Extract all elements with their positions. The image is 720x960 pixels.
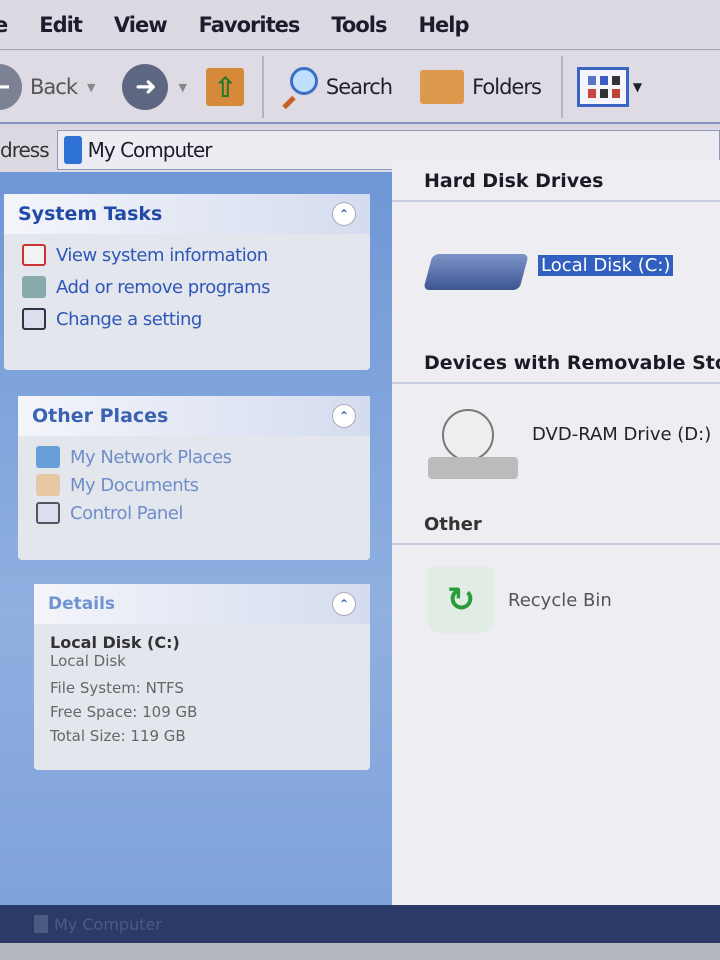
network-icon (36, 446, 60, 468)
toolbar-separator (560, 56, 563, 118)
address-value: My Computer (87, 138, 213, 162)
toolbar: ← Back ▼ ➜ ▼ ⇧ Search Folders ▼ (0, 52, 720, 124)
dvd-ram-drive[interactable]: DVD-RAM Drive (D:) (392, 384, 720, 504)
back-button[interactable]: ← Back ▼ (0, 64, 108, 110)
status-bar: My Computer (0, 905, 720, 943)
task-label: Add or remove programs (56, 276, 271, 298)
collapse-icon[interactable]: ⌃ (332, 404, 356, 428)
place-control-panel[interactable]: Control Panel (36, 502, 370, 524)
details-free-space: Free Space: 109 GB (50, 703, 198, 721)
forward-dropdown-icon[interactable]: ▼ (178, 81, 187, 94)
search-button[interactable]: Search (278, 67, 393, 110)
task-change-setting[interactable]: Change a setting (22, 308, 370, 330)
other-places-title: Other Places (32, 405, 169, 427)
task-pane: System Tasks ⌃ View system information Ad… (0, 172, 392, 907)
other-header: Other (392, 504, 720, 545)
up-folder-button[interactable]: ⇧ (205, 68, 244, 106)
task-label: Change a setting (56, 308, 202, 330)
control-panel-icon (36, 502, 60, 524)
dvd-drive-icon (428, 409, 518, 479)
menu-view[interactable]: View (114, 13, 168, 37)
menu-file[interactable]: e (0, 13, 8, 37)
views-icon (576, 67, 629, 107)
place-label: My Network Places (70, 446, 232, 468)
hard-disk-icon (423, 254, 529, 290)
views-dropdown-icon[interactable]: ▼ (633, 80, 642, 94)
details-file-system: File System: NTFS (50, 679, 184, 697)
collapse-icon[interactable]: ⌃ (332, 592, 356, 616)
task-view-system-info[interactable]: View system information (22, 244, 370, 266)
details-name: Local Disk (C:) (50, 633, 180, 652)
removable-storage-header: Devices with Removable Storage (392, 342, 720, 384)
recycle-bin[interactable]: ↻ Recycle Bin (392, 545, 720, 655)
place-my-network-places[interactable]: My Network Places (36, 446, 370, 468)
address-label: dress (0, 138, 50, 162)
local-disk-c[interactable]: Local Disk (C:) (392, 202, 720, 342)
details-type: Local Disk (50, 652, 126, 670)
folders-button[interactable]: Folders (420, 70, 542, 104)
back-dropdown-icon[interactable]: ▼ (87, 81, 96, 94)
control-panel-icon (22, 308, 46, 330)
hard-disk-drives-header: Hard Disk Drives (392, 160, 720, 202)
recycle-bin-label: Recycle Bin (508, 589, 612, 611)
my-computer-icon (63, 136, 82, 164)
menu-tools[interactable]: Tools (331, 13, 387, 37)
search-icon (278, 67, 318, 110)
details-panel: Details ⌃ Local Disk (C:) Local Disk File… (34, 584, 370, 770)
back-label: Back (30, 75, 78, 99)
system-info-icon (22, 244, 46, 266)
details-total-size: Total Size: 119 GB (50, 727, 186, 745)
status-text: My Computer (54, 914, 162, 934)
task-label: View system information (56, 244, 268, 266)
system-tasks-title: System Tasks (18, 203, 163, 225)
place-label: My Documents (70, 474, 199, 496)
system-tasks-panel: System Tasks ⌃ View system information Ad… (4, 194, 370, 370)
content-pane: Hard Disk Drives Local Disk (C:) Devices… (392, 160, 720, 907)
forward-button[interactable]: ➜ ▼ (122, 64, 199, 110)
details-title: Details (48, 594, 116, 614)
add-remove-programs-icon (22, 276, 46, 298)
views-button[interactable]: ▼ (576, 67, 642, 107)
documents-icon (36, 474, 60, 496)
place-label: Control Panel (70, 502, 183, 524)
menu-edit[interactable]: Edit (39, 13, 83, 37)
menu-help[interactable]: Help (418, 13, 469, 37)
toolbar-separator (261, 56, 264, 118)
up-folder-icon: ⇧ (205, 68, 244, 106)
task-add-remove-programs[interactable]: Add or remove programs (22, 276, 370, 298)
recycle-bin-icon: ↻ (428, 567, 494, 633)
menu-favorites[interactable]: Favorites (199, 13, 301, 37)
local-disk-label: Local Disk (C:) (538, 254, 674, 276)
monitor-bezel (0, 943, 720, 960)
back-arrow-icon: ← (0, 64, 22, 110)
forward-arrow-icon: ➜ (122, 64, 169, 110)
dvd-label: DVD-RAM Drive (D:) (532, 423, 712, 445)
folders-label: Folders (472, 75, 542, 99)
search-label: Search (325, 75, 393, 99)
menu-bar: e Edit View Favorites Tools Help (0, 0, 720, 50)
collapse-icon[interactable]: ⌃ (332, 202, 356, 226)
other-places-panel: Other Places ⌃ My Network Places My Docum… (18, 396, 370, 560)
place-my-documents[interactable]: My Documents (36, 474, 370, 496)
my-computer-icon (34, 915, 48, 933)
folders-icon (420, 70, 465, 104)
